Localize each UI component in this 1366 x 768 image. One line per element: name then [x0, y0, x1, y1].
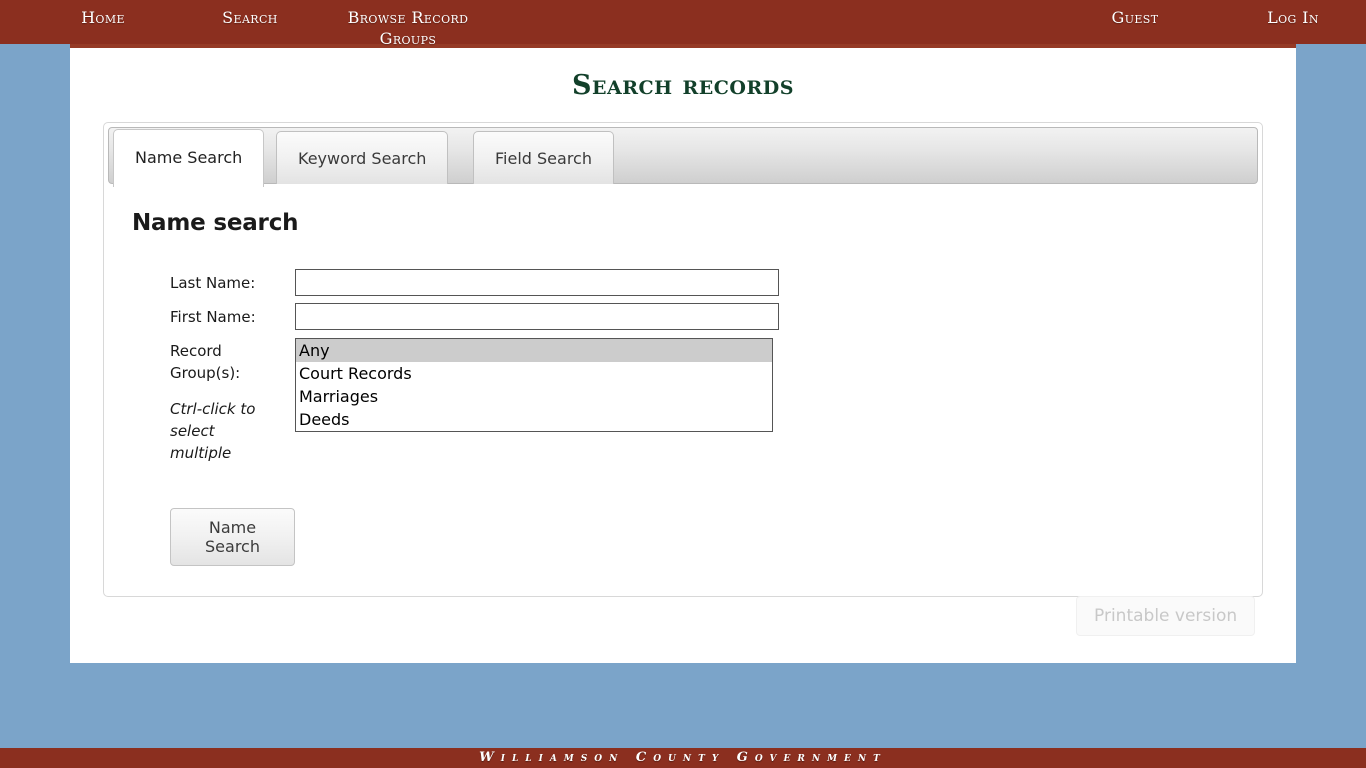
nav-item-home[interactable]: Home [58, 7, 148, 28]
printable-version-button[interactable]: Printable version [1076, 596, 1256, 636]
record-groups-label-cell: Record Group(s): Ctrl-click to select mu… [170, 334, 295, 470]
record-groups-option-marriages[interactable]: Marriages [296, 385, 772, 408]
form-row-record-groups: Record Group(s): Ctrl-click to select mu… [170, 334, 779, 470]
record-groups-option-court-records[interactable]: Court Records [296, 362, 772, 385]
tab-name-search[interactable]: Name Search [113, 129, 265, 187]
record-groups-option-any[interactable]: Any [296, 339, 772, 362]
tab-panel-name-search: Name search Last Name: First Name: Recor… [104, 184, 1262, 596]
first-name-input[interactable] [295, 303, 779, 330]
page-title: Search records [572, 70, 794, 101]
record-groups-cell: Any Court Records Marriages Deeds [295, 334, 779, 470]
panel-heading: Name search [132, 210, 299, 236]
footer-bar: Williamson County Government [0, 748, 1366, 768]
nav-item-browse-record-groups[interactable]: Browse Record Groups [340, 7, 476, 49]
last-name-input[interactable] [295, 269, 779, 296]
record-groups-hint: Ctrl-click to select multiple [170, 400, 256, 462]
record-groups-option-deeds[interactable]: Deeds [296, 408, 772, 431]
name-search-submit-button[interactable]: Name Search [170, 508, 295, 566]
last-name-label: Last Name: [170, 274, 256, 292]
nav-item-search[interactable]: Search [205, 7, 295, 28]
record-groups-label: Record Group(s): [170, 342, 241, 382]
record-groups-listbox[interactable]: Any Court Records Marriages Deeds [295, 338, 773, 432]
first-name-cell [295, 300, 779, 334]
tab-keyword-search[interactable]: Keyword Search [276, 131, 449, 184]
tab-field-search[interactable]: Field Search [473, 131, 614, 184]
submit-empty-cell [295, 470, 779, 566]
nav-item-guest[interactable]: Guest [1095, 7, 1175, 28]
submit-spacer: Name Search [170, 470, 295, 566]
form-row-last-name: Last Name: [170, 266, 779, 300]
form-row-submit: Name Search [170, 470, 779, 566]
tab-bar: Name Search Keyword Search Field Search [108, 127, 1258, 187]
content-panel: Search records Name Search Keyword Searc… [70, 44, 1296, 663]
nav-item-log-in[interactable]: Log In [1248, 7, 1338, 28]
last-name-cell [295, 266, 779, 300]
name-search-form: Last Name: First Name: Record Group(s): … [170, 266, 779, 566]
first-name-label: First Name: [170, 308, 256, 326]
footer-text: Williamson County Government [479, 750, 887, 765]
form-row-first-name: First Name: [170, 300, 779, 334]
tab-widget: Name Search Keyword Search Field Search … [103, 122, 1263, 597]
